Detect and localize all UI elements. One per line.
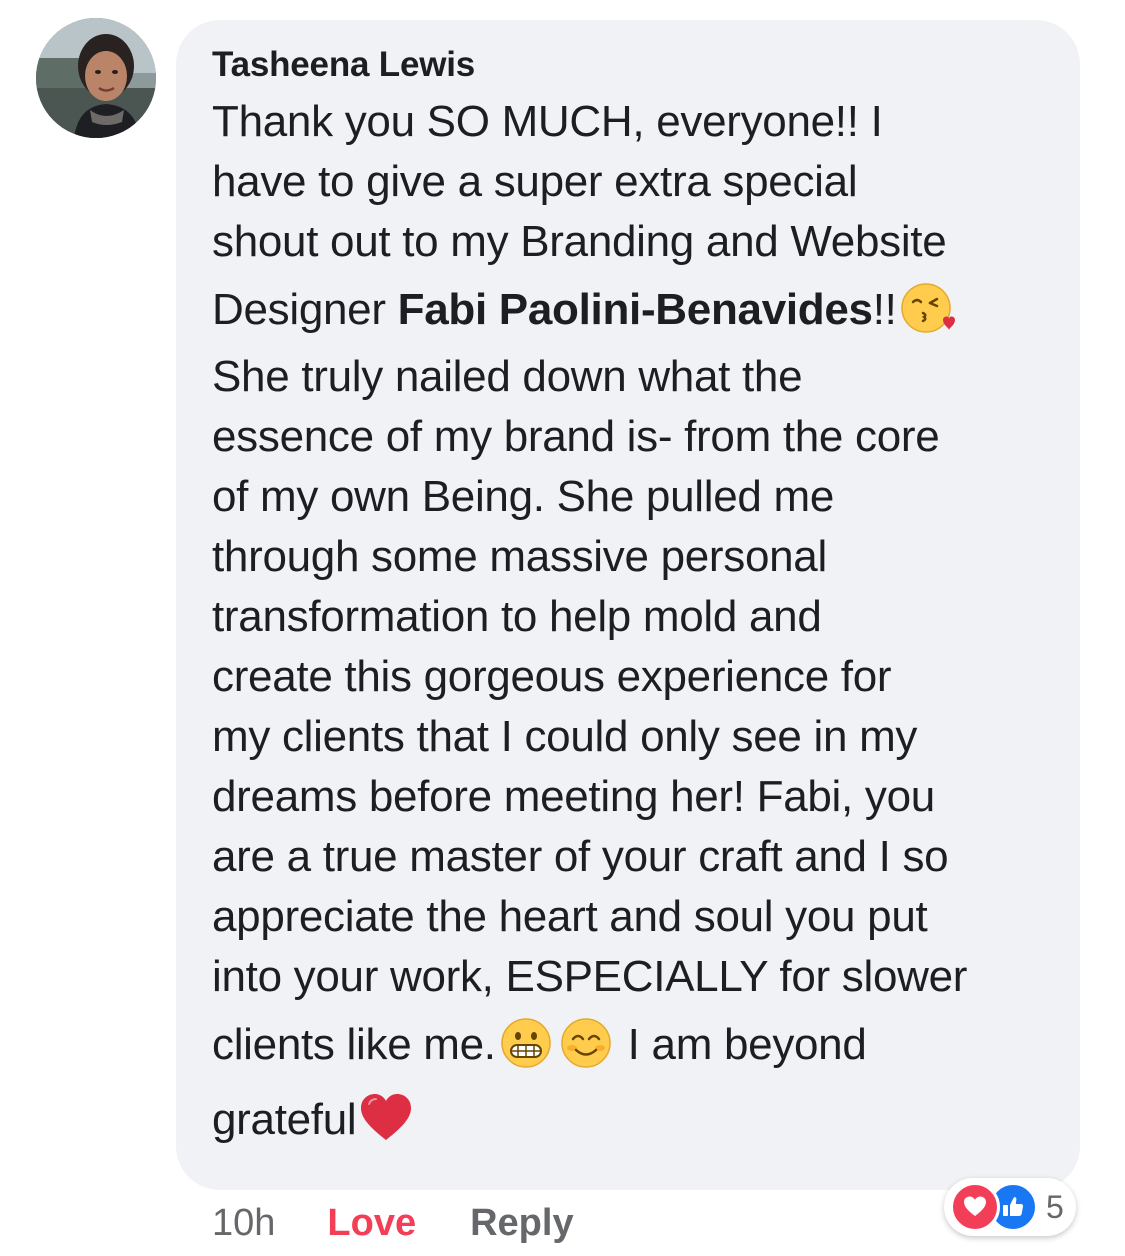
comment-text-segment: grateful xyxy=(212,1095,357,1144)
comment-text-segment: Designer xyxy=(212,285,398,334)
comment-line: are a true master of your craft and I so xyxy=(212,832,949,881)
comment-line: shout out to my Branding and Website xyxy=(212,217,947,266)
comment-actions: 10h Love Reply xyxy=(212,1198,574,1248)
comment-line: She truly nailed down what the xyxy=(212,352,803,401)
reply-button[interactable]: Reply xyxy=(470,1202,573,1245)
comment-line: through some massive personal xyxy=(212,532,827,581)
comment-text: Thank you SO MUCH, everyone!! I have to … xyxy=(212,92,1044,1157)
smiling-face-emoji xyxy=(558,1015,614,1071)
comment-line: grateful xyxy=(212,1082,1044,1157)
avatar[interactable] xyxy=(36,18,156,138)
comment-line: into your work, ESPECIALLY for slower xyxy=(212,952,968,1001)
profile-photo xyxy=(36,18,156,138)
love-reaction-icon xyxy=(950,1182,1000,1232)
comment-text-segment: I am beyond xyxy=(615,1020,867,1069)
timestamp[interactable]: 10h xyxy=(212,1202,275,1245)
comment-author[interactable]: Tasheena Lewis xyxy=(212,42,1044,88)
red-heart-emoji xyxy=(358,1090,414,1146)
comment-line: essence of my brand is- from the core xyxy=(212,412,940,461)
comment-line: clients like me. I am beyond xyxy=(212,1007,1044,1082)
comment-line: my clients that I could only see in my xyxy=(212,712,918,761)
reaction-count: 5 xyxy=(1046,1188,1064,1225)
comment-line: Thank you SO MUCH, everyone!! I xyxy=(212,97,883,146)
comment-line: dreams before meeting her! Fabi, you xyxy=(212,772,935,821)
grimacing-face-emoji xyxy=(498,1015,554,1071)
comment-line: appreciate the heart and soul you put xyxy=(212,892,928,941)
mention-link[interactable]: Fabi Paolini-Benavides xyxy=(398,285,873,334)
comment-line: have to give a super extra special xyxy=(212,157,858,206)
comment-line: Designer Fabi Paolini-Benavides!! xyxy=(212,272,1044,347)
love-button[interactable]: Love xyxy=(327,1202,416,1245)
face-blowing-kiss-emoji xyxy=(899,280,955,336)
comment-line: create this gorgeous experience for xyxy=(212,652,892,701)
reactions-summary[interactable]: 5 xyxy=(944,1178,1076,1236)
comment-text-segment: !! xyxy=(872,285,897,334)
comment-bubble: Tasheena Lewis Thank you SO MUCH, everyo… xyxy=(176,20,1080,1190)
comment-line: of my own Being. She pulled me xyxy=(212,472,835,521)
comment-line: transformation to help mold and xyxy=(212,592,822,641)
comment-text-segment: clients like me. xyxy=(212,1020,496,1069)
